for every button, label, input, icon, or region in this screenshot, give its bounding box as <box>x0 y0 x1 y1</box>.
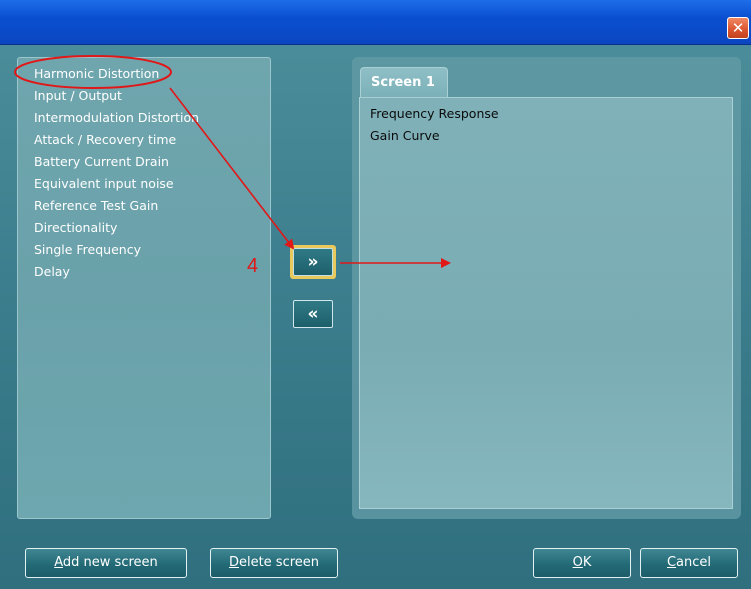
button-label: elete screen <box>238 555 320 570</box>
button-label: dd new screen <box>62 555 158 570</box>
close-icon: ✕ <box>731 19 745 37</box>
accelerator-key: O <box>572 555 583 570</box>
list-item[interactable]: Harmonic Distortion <box>34 64 159 84</box>
list-item[interactable]: Single Frequency <box>34 240 141 260</box>
remove-from-screen-button[interactable]: « <box>290 297 336 331</box>
button-label: ancel <box>676 555 712 570</box>
list-item[interactable]: Directionality <box>34 218 117 238</box>
dialog-window: ✕ Harmonic Distortion Input / Output Int… <box>0 0 751 589</box>
add-to-screen-button[interactable]: » <box>290 245 336 279</box>
ok-button[interactable]: OK <box>533 548 631 578</box>
add-new-screen-button[interactable]: Add new screen <box>25 548 187 578</box>
available-tests-list[interactable]: Harmonic Distortion Input / Output Inter… <box>17 57 271 519</box>
list-item[interactable]: Intermodulation Distortion <box>34 108 199 128</box>
double-chevron-left-icon: « <box>307 304 319 324</box>
list-item[interactable]: Attack / Recovery time <box>34 130 176 150</box>
list-item[interactable]: Equivalent input noise <box>34 174 174 194</box>
list-item[interactable]: Battery Current Drain <box>34 152 169 172</box>
title-bar[interactable]: ✕ <box>0 0 751 45</box>
accelerator-key: C <box>666 555 677 570</box>
cancel-button[interactable]: Cancel <box>640 548 738 578</box>
annotation-step-number: 4 <box>247 255 259 277</box>
double-chevron-right-icon: » <box>307 252 319 272</box>
close-button[interactable]: ✕ <box>727 17 749 39</box>
list-item[interactable]: Frequency Response <box>370 104 499 124</box>
delete-screen-button[interactable]: Delete screen <box>210 548 338 578</box>
button-label: K <box>582 555 592 570</box>
list-item[interactable]: Delay <box>34 262 70 282</box>
accelerator-key: D <box>228 555 239 570</box>
list-item[interactable]: Input / Output <box>34 86 122 106</box>
tab-screen-1[interactable]: Screen 1 <box>360 67 448 97</box>
list-item[interactable]: Gain Curve <box>370 126 440 146</box>
list-item[interactable]: Reference Test Gain <box>34 196 158 216</box>
accelerator-key: A <box>54 555 63 570</box>
screen-tests-list[interactable]: Frequency Response Gain Curve <box>359 97 733 509</box>
